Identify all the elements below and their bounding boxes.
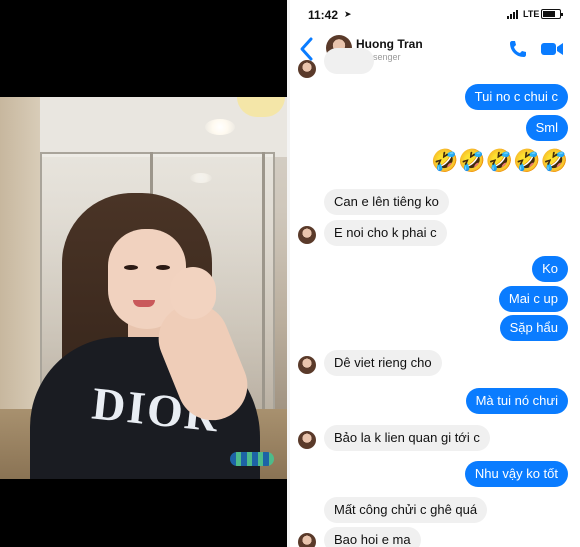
message-row: 🤣🤣🤣🤣🤣	[290, 148, 580, 174]
status-time: 11:42	[308, 8, 339, 22]
message-bubble-outgoing[interactable]: Nhu vậy ko tốt	[464, 461, 568, 487]
message-row: Mất công chửi c ghê quá	[290, 497, 580, 523]
photo-ceiling-light	[205, 119, 235, 135]
message-bubble-incoming[interactable]: Can e lên tiêng ko	[324, 189, 449, 215]
message-bubble-outgoing[interactable]: Mai c up	[498, 286, 568, 312]
message-row: Bảo la k lien quan gi tới c	[290, 425, 580, 451]
message-row: Mà tui nó chưi	[290, 388, 580, 414]
message-bubble-incoming[interactable]: Bảo la k lien quan gi tới c	[324, 425, 490, 451]
message-bubble-incoming[interactable]: Bao hoi e ma	[324, 527, 421, 547]
message-row: Bao hoi e ma	[290, 527, 580, 547]
signal-icon	[507, 10, 518, 19]
message-bubble-incoming[interactable]: E noi cho k phai c	[324, 220, 447, 246]
emoji-message[interactable]: 🤣🤣🤣🤣🤣	[431, 148, 568, 174]
photo-eye-left	[124, 265, 138, 270]
photo-hand	[170, 267, 216, 319]
photo-bracelet	[230, 452, 274, 466]
message-row: Tui no c chui c	[290, 84, 580, 110]
message-row: E noi cho k phai c	[290, 220, 580, 246]
photo-door-frame-right	[262, 152, 265, 412]
message-row: Ko	[290, 256, 580, 282]
location-arrow-icon: ➤	[344, 9, 352, 19]
message-bubble-outgoing[interactable]: Sặp hẩu	[499, 315, 568, 341]
sender-avatar	[298, 533, 316, 547]
battery-level	[543, 11, 555, 17]
message-row: Mai c up	[290, 286, 580, 312]
message-row: Sml	[290, 115, 580, 141]
message-bubble-outgoing[interactable]: Mà tui nó chưi	[465, 388, 568, 414]
network-label: LTE	[523, 9, 540, 19]
message-row: Sặp hẩu	[290, 315, 580, 341]
message-row: Dê viet rieng cho	[290, 350, 580, 376]
message-bubble-incoming[interactable]: Mất công chửi c ghê quá	[324, 497, 488, 523]
message-bubble-incoming[interactable]: Dê viet rieng cho	[324, 350, 442, 376]
message-row: Can e lên tiêng ko	[290, 189, 580, 215]
video-camera-icon[interactable]	[540, 40, 564, 58]
message-row: Nhu vậy ko tốt	[290, 461, 580, 487]
message-bubble-outgoing[interactable]: Tui no c chui c	[464, 84, 568, 110]
message-bubble-partial	[324, 48, 374, 74]
status-bar: 11:42 ➤ LTE	[290, 0, 580, 30]
sender-avatar	[298, 60, 316, 78]
sender-avatar	[298, 431, 316, 449]
photo-eye-right	[156, 265, 170, 270]
photo-mouth	[133, 300, 155, 307]
phone-icon[interactable]	[508, 39, 528, 59]
emoji-text: 🤣🤣🤣🤣🤣	[431, 148, 568, 173]
messenger-chat-screen: 11:42 ➤ LTE Huong Tran Messenger Tui no …	[290, 0, 580, 547]
message-list[interactable]: Tui no c chui c Sml 🤣🤣🤣🤣🤣 Can e lên tiên…	[290, 48, 580, 547]
battery-icon	[541, 9, 563, 19]
profile-photo-panel: DIOR	[0, 0, 287, 547]
message-bubble-outgoing[interactable]: Sml	[525, 115, 568, 141]
message-bubble-outgoing[interactable]: Ko	[532, 256, 568, 282]
sender-avatar	[298, 356, 316, 374]
sender-avatar	[298, 226, 316, 244]
profile-photo: DIOR	[0, 97, 287, 479]
